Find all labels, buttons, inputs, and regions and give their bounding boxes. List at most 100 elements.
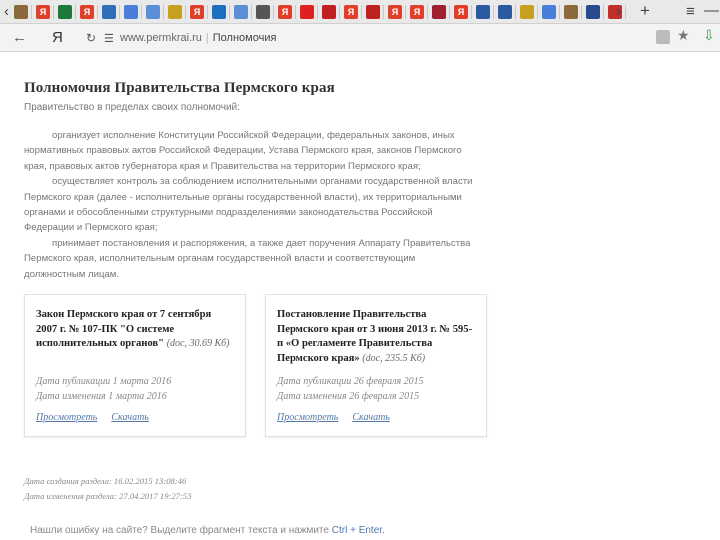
document-dates: Дата публикации 26 февраля 2015 Дата изм… <box>277 375 424 404</box>
download-icon[interactable]: ⇩ <box>703 27 715 44</box>
plane-icon[interactable] <box>476 4 490 19</box>
document-icon[interactable] <box>256 4 270 19</box>
document-card: Закон Пермского края от 7 сентября 2007 … <box>24 294 246 437</box>
pc-icon[interactable] <box>14 4 28 19</box>
chevron-left-icon[interactable]: ‹ <box>4 3 9 20</box>
power-item: принимает постановления и распоряжения, … <box>24 236 494 282</box>
url-field[interactable]: www.permkrai.ru | Полномочия <box>120 32 276 44</box>
section-dates: Дата создания раздела: 16.02.2015 13:08:… <box>24 474 191 503</box>
tab-separator <box>559 4 560 19</box>
grid-icon[interactable] <box>124 4 138 19</box>
translate-icon[interactable] <box>656 30 670 44</box>
stop-icon[interactable] <box>366 4 380 19</box>
modify-date: Дата изменения 1 марта 2016 <box>36 390 167 402</box>
tab-strip: ‹ ЯЯЯЯЯЯЯЯ › + ≡ — <box>0 0 720 24</box>
new-tab-button[interactable]: + <box>640 1 650 21</box>
yandex-home-button[interactable]: Я <box>52 29 63 46</box>
yandex-icon[interactable]: Я <box>454 4 468 19</box>
intro-text: Правительство в пределах своих полномочи… <box>24 102 240 113</box>
tab-separator <box>207 4 208 19</box>
alert-icon[interactable] <box>322 4 336 19</box>
grid-icon[interactable] <box>234 4 248 19</box>
power-line: Пермского края, исполнительным органам г… <box>24 253 416 265</box>
power-line: осуществляет контроль за соблюдением исп… <box>52 176 473 188</box>
document-actions: Просмотреть Скачать <box>277 412 404 423</box>
grid-icon[interactable] <box>146 4 160 19</box>
view-link[interactable]: Просмотреть <box>36 412 97 423</box>
document-actions: Просмотреть Скачать <box>36 412 163 423</box>
arrow-icon[interactable] <box>520 4 534 19</box>
url-domain: www.permkrai.ru <box>120 32 202 44</box>
tab-separator <box>317 4 318 19</box>
view-link[interactable]: Просмотреть <box>277 412 338 423</box>
tab-separator <box>603 4 604 19</box>
tab-separator <box>581 4 582 19</box>
error-report-hint: Нашли ошибку на сайте? Выделите фрагмент… <box>30 525 385 536</box>
tab-separator <box>537 4 538 19</box>
emblem-icon[interactable] <box>564 4 578 19</box>
main-content: Полномочия Правительства Пермского края … <box>24 80 494 282</box>
tab-separator <box>97 4 98 19</box>
power-line: должностным лицам. <box>24 268 120 280</box>
section-changed-date: Дата изменения раздела: 27.04.2017 19:27… <box>24 490 192 501</box>
grid-icon[interactable] <box>542 4 556 19</box>
tab-separator <box>141 4 142 19</box>
tab-separator <box>185 4 186 19</box>
yandex-icon[interactable]: Я <box>36 4 50 19</box>
yandex-icon[interactable]: Я <box>388 4 402 19</box>
building-icon[interactable] <box>432 4 446 19</box>
tab-separator <box>339 4 340 19</box>
page-info-icon[interactable]: ☰ <box>104 32 114 45</box>
power-line: принимает постановления и распоряжения, … <box>52 237 471 249</box>
mail-icon[interactable] <box>168 4 182 19</box>
power-line: Федерации и Пермского края; <box>24 222 158 234</box>
shield-icon[interactable] <box>58 4 72 19</box>
tab-separator <box>53 4 54 19</box>
bookmark-icon[interactable] <box>212 4 226 19</box>
reload-button[interactable]: ↻ <box>86 31 96 45</box>
tab-separator <box>383 4 384 19</box>
error-report-text: Нашли ошибку на сайте? Выделите фрагмент… <box>30 525 329 536</box>
tab-separator <box>31 4 32 19</box>
tab-separator <box>361 4 362 19</box>
document-dates: Дата публикации 1 марта 2016 Дата измене… <box>36 375 171 404</box>
yandex-icon[interactable]: Я <box>190 4 204 19</box>
emblem-icon[interactable] <box>498 4 512 19</box>
back-button[interactable]: ← <box>12 29 27 46</box>
document-card: Постановление Правительства Пермского кр… <box>265 294 487 437</box>
minimize-button[interactable]: — <box>704 2 719 19</box>
bookmark-star-icon[interactable]: ★ <box>677 27 690 44</box>
url-divider: | <box>205 32 209 44</box>
shield-icon[interactable] <box>102 4 116 19</box>
chevron-right-icon[interactable]: › <box>616 3 621 20</box>
tab-separator <box>515 4 516 19</box>
powers-list: организует исполнение Конституции Россий… <box>24 128 494 282</box>
play-icon[interactable] <box>300 4 314 19</box>
modify-date: Дата изменения 26 февраля 2015 <box>277 390 420 402</box>
section-created-date: Дата создания раздела: 16.02.2015 13:08:… <box>24 476 187 486</box>
power-item: осуществляет контроль за соблюдением исп… <box>24 174 494 236</box>
menu-icon[interactable]: ≡ <box>686 3 695 20</box>
download-link[interactable]: Скачать <box>352 412 390 423</box>
yandex-icon[interactable]: Я <box>80 4 94 19</box>
yandex-icon[interactable]: Я <box>410 4 424 19</box>
document-title: Постановление Правительства Пермского кр… <box>277 309 473 364</box>
document-title: Закон Пермского края от 7 сентября 2007 … <box>36 309 230 349</box>
tab-separator <box>251 4 252 19</box>
castle-icon[interactable] <box>586 4 600 19</box>
document-meta: (doc, 30.69 Кб) <box>166 338 230 349</box>
tab-separator <box>471 4 472 19</box>
tab-separator <box>625 4 626 19</box>
tab-separator <box>405 4 406 19</box>
tab-separator <box>295 4 296 19</box>
tab-separator <box>449 4 450 19</box>
tab-separator <box>273 4 274 19</box>
yandex-icon[interactable]: Я <box>344 4 358 19</box>
power-line: организует исполнение Конституции Россий… <box>52 130 455 141</box>
download-link[interactable]: Скачать <box>111 412 149 423</box>
power-line: Пермского края (далее - исполнительные о… <box>24 191 462 203</box>
yandex-icon[interactable]: Я <box>278 4 292 19</box>
power-item: организует исполнение Конституции Россий… <box>24 128 494 174</box>
error-report-shortcut: Ctrl + Enter. <box>331 525 385 536</box>
pinned-tabs: ЯЯЯЯЯЯЯЯ <box>10 4 626 19</box>
